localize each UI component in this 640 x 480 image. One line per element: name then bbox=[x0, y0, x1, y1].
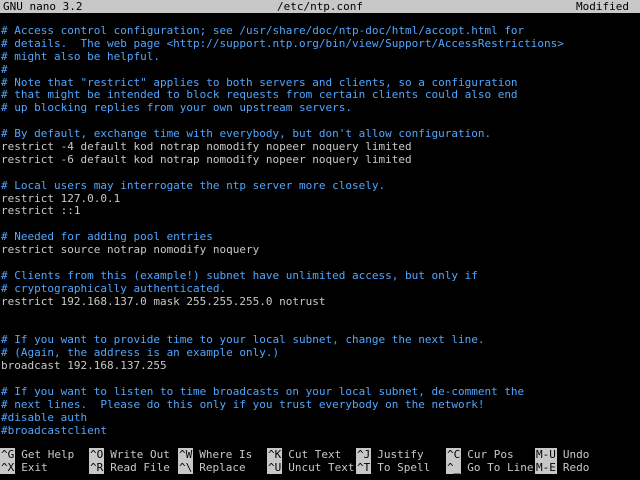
shortcut-read-file[interactable]: ^R Read File bbox=[89, 461, 170, 474]
shortcut-row-2: ^X Exit ^R Read File ^\ Replace ^U Uncut Text ^T… bbox=[0, 461, 640, 474]
shortcut-label: Undo bbox=[562, 448, 590, 461]
shortcut-label: Read File bbox=[110, 461, 170, 474]
config-line: restrict 192.168.137.0 mask 255.255.255.… bbox=[1, 294, 326, 308]
shortcut-get-help[interactable]: ^G Get Help bbox=[0, 448, 74, 461]
config-line bbox=[0, 373, 640, 386]
shortcut-redo[interactable]: M-E Redo bbox=[535, 461, 589, 474]
shortcut-key: M-U bbox=[535, 448, 557, 461]
comment-line: # Local users may interrogate the ntp se… bbox=[1, 178, 386, 192]
shortcut-key: ^J bbox=[356, 448, 372, 461]
config-line: broadcast 192.168.137.255 bbox=[1, 359, 167, 373]
shortcut-exit[interactable]: ^X Exit bbox=[0, 461, 48, 474]
shortcut-key: ^_ bbox=[446, 461, 462, 474]
config-line bbox=[0, 167, 640, 180]
shortcut-key: ^\ bbox=[178, 461, 194, 474]
shortcut-label: Write Out bbox=[110, 448, 170, 461]
comment-line: #broadcastclient bbox=[1, 423, 107, 437]
shortcut-undo[interactable]: M-U Undo bbox=[535, 448, 589, 461]
comment-line: #disable auth bbox=[1, 410, 88, 424]
config-line: restrict -4 default kod notrap nomodify … bbox=[1, 140, 412, 154]
shortcut-label: Cur Pos bbox=[467, 448, 514, 461]
comment-line: # details. The web page <http://support.… bbox=[1, 36, 564, 50]
shortcut-key: ^C bbox=[446, 448, 462, 461]
shortcut-key: ^G bbox=[0, 448, 16, 461]
shortcut-label: Uncut Text bbox=[288, 461, 355, 474]
shortcut-uncut-text[interactable]: ^U Uncut Text bbox=[267, 461, 354, 474]
shortcut-go-to-line[interactable]: ^_ Go To Line bbox=[446, 461, 533, 474]
shortcut-write-out[interactable]: ^O Write Out bbox=[89, 448, 170, 461]
shortcut-justify[interactable]: ^J Justify bbox=[356, 448, 424, 461]
config-line: restrict -6 default kod notrap nomodify … bbox=[1, 152, 412, 166]
shortcut-key: ^T bbox=[356, 461, 372, 474]
modified-status: Modified bbox=[576, 0, 629, 13]
comment-line: # up blocking replies from your own upst… bbox=[1, 101, 352, 115]
comment-line: # bbox=[1, 62, 8, 76]
file-name: /etc/ntp.conf bbox=[276, 0, 364, 13]
comment-line: # If you want to listen to time broadcas… bbox=[1, 384, 525, 398]
shortcut-cut-text[interactable]: ^K Cut Text bbox=[267, 448, 341, 461]
shortcut-to-spell[interactable]: ^T To Spell bbox=[356, 461, 430, 474]
config-line bbox=[0, 257, 640, 270]
text-editor-area[interactable]: # Access control configuration; see /usr… bbox=[0, 25, 640, 445]
shortcut-key: ^R bbox=[89, 461, 105, 474]
shortcut-label: Get Help bbox=[21, 448, 75, 461]
shortcut-row-1: ^G Get Help ^O Write Out ^W Where Is ^K Cut Tex… bbox=[0, 448, 640, 461]
title-bar: GNU nano 3.2 /etc/ntp.conf Modified bbox=[0, 0, 640, 13]
config-line: restrict 127.0.0.1 bbox=[1, 191, 121, 205]
shortcut-key: ^X bbox=[0, 461, 16, 474]
shortcut-label: Exit bbox=[21, 461, 48, 474]
comment-line: # Clients from this (example!) subnet ha… bbox=[1, 268, 478, 282]
shortcut-key: ^O bbox=[89, 448, 105, 461]
shortcut-replace[interactable]: ^\ Replace bbox=[178, 461, 246, 474]
comment-line: # Access control configuration; see /usr… bbox=[1, 25, 525, 37]
comment-line: # cryptographically authenticated. bbox=[1, 281, 227, 295]
shortcut-label: Justify bbox=[377, 448, 424, 461]
config-line: restrict source notrap nomodify noquery bbox=[1, 243, 260, 257]
shortcut-label: To Spell bbox=[377, 461, 431, 474]
shortcut-label: Where Is bbox=[199, 448, 253, 461]
comment-line: # next lines. Please do this only if you… bbox=[1, 397, 485, 411]
shortcut-cur-pos[interactable]: ^C Cur Pos bbox=[446, 448, 514, 461]
shortcut-key: ^K bbox=[267, 448, 283, 461]
shortcut-bar: ^G Get Help ^O Write Out ^W Where Is ^K Cut Tex… bbox=[0, 448, 640, 478]
shortcut-where-is[interactable]: ^W Where Is bbox=[178, 448, 252, 461]
shortcut-key: ^U bbox=[267, 461, 283, 474]
shortcut-label: Redo bbox=[562, 461, 590, 474]
comment-line: # might also be helpful. bbox=[1, 49, 160, 63]
shortcut-label: Cut Text bbox=[288, 448, 342, 461]
config-line: restrict ::1 bbox=[1, 204, 81, 218]
shortcut-label: Go To Line bbox=[467, 461, 534, 474]
shortcut-label: Replace bbox=[199, 461, 246, 474]
shortcut-key: M-E bbox=[535, 461, 557, 474]
shortcut-key: ^W bbox=[178, 448, 194, 461]
config-line bbox=[0, 309, 640, 322]
